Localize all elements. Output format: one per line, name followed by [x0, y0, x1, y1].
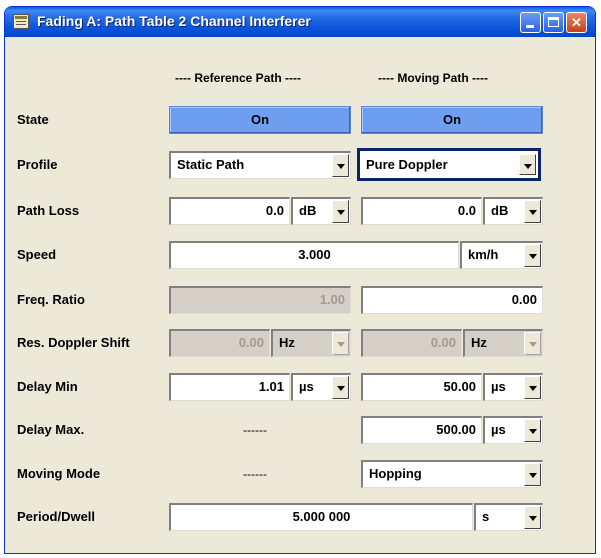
chevron-down-icon[interactable]	[332, 376, 349, 399]
moving-path-loss-input[interactable]: 0.0	[361, 197, 482, 225]
period-dwell-unit: s	[482, 509, 490, 524]
moving-delay-max-unit: µs	[491, 422, 506, 437]
close-button[interactable]: ✕	[566, 12, 587, 33]
reference-delay-max-placeholder: ------	[243, 423, 267, 437]
reference-path-loss-unit: dB	[299, 203, 317, 218]
delay-max-label: Delay Max.	[17, 422, 85, 437]
reference-path-header: ---- Reference Path ----	[175, 71, 302, 85]
moving-profile-value: Pure Doppler	[366, 157, 448, 172]
reference-path-loss-input[interactable]: 0.0	[169, 197, 290, 225]
period-dwell-unit-select[interactable]: s	[474, 503, 543, 531]
minimize-icon	[526, 25, 534, 28]
minimize-button[interactable]	[520, 12, 541, 33]
res-doppler-shift-label: Res. Doppler Shift	[17, 335, 130, 350]
moving-delay-min-unit: µs	[491, 379, 506, 394]
moving-mode-value: Hopping	[369, 466, 422, 481]
profile-label: Profile	[17, 157, 58, 172]
moving-mode-label: Moving Mode	[17, 466, 101, 481]
moving-mode-select[interactable]: Hopping	[361, 460, 543, 488]
reference-profile-value: Static Path	[177, 157, 245, 172]
moving-doppler-unit-select: Hz	[463, 329, 543, 357]
chevron-down-icon[interactable]	[524, 376, 541, 399]
reference-freq-ratio-input: 1.00	[169, 286, 351, 314]
moving-freq-ratio-input[interactable]: 0.00	[361, 286, 543, 314]
speed-unit: km/h	[468, 247, 499, 262]
chevron-down-icon	[332, 332, 349, 355]
moving-profile-select[interactable]: Pure Doppler	[357, 148, 541, 181]
speed-label: Speed	[17, 247, 57, 262]
reference-delay-min-input[interactable]: 1.01	[169, 373, 290, 401]
reference-profile-select[interactable]: Static Path	[169, 151, 351, 179]
fading-path-table-window: Fading A: Path Table 2 Channel Interfere…	[4, 6, 596, 554]
moving-doppler-shift-input: 0.00	[361, 329, 462, 357]
chevron-down-icon[interactable]	[332, 200, 349, 223]
moving-delay-min-input[interactable]: 50.00	[361, 373, 482, 401]
maximize-icon	[548, 17, 559, 27]
freq-ratio-label: Freq. Ratio	[17, 292, 85, 307]
moving-path-loss-unit-select[interactable]: dB	[483, 197, 543, 225]
path-loss-label: Path Loss	[17, 203, 80, 218]
delay-min-label: Delay Min	[17, 379, 78, 394]
chevron-down-icon[interactable]	[524, 200, 541, 223]
title-bar[interactable]: Fading A: Path Table 2 Channel Interfere…	[5, 7, 595, 37]
reference-delay-min-unit-select[interactable]: µs	[291, 373, 351, 401]
reference-delay-min-unit: µs	[299, 379, 314, 394]
reference-doppler-shift-input: 0.00	[169, 329, 270, 357]
moving-delay-max-unit-select[interactable]: µs	[483, 416, 543, 444]
chevron-down-icon[interactable]	[524, 463, 541, 486]
speed-unit-select[interactable]: km/h	[460, 241, 543, 269]
moving-state-button[interactable]: On	[361, 106, 543, 134]
chevron-down-icon	[524, 332, 541, 355]
chevron-down-icon[interactable]	[524, 506, 541, 529]
path-table-panel: ---- Reference Path ---- ---- Moving Pat…	[5, 37, 595, 553]
chevron-down-icon[interactable]	[519, 154, 536, 175]
chevron-down-icon[interactable]	[332, 154, 349, 177]
close-icon: ✕	[571, 15, 582, 30]
reference-state-button[interactable]: On	[169, 106, 351, 134]
speed-input[interactable]: 3.000	[169, 241, 459, 269]
period-dwell-label: Period/Dwell	[17, 509, 96, 524]
moving-doppler-unit: Hz	[471, 335, 487, 350]
reference-doppler-unit: Hz	[279, 335, 295, 350]
window-title: Fading A: Path Table 2 Channel Interfere…	[37, 13, 311, 29]
moving-path-loss-unit: dB	[491, 203, 509, 218]
moving-delay-max-input[interactable]: 500.00	[361, 416, 482, 444]
reference-path-loss-unit-select[interactable]: dB	[291, 197, 351, 225]
period-dwell-input[interactable]: 5.000 000	[169, 503, 473, 531]
reference-doppler-unit-select: Hz	[271, 329, 351, 357]
moving-delay-min-unit-select[interactable]: µs	[483, 373, 543, 401]
state-label: State	[17, 112, 49, 127]
reference-moving-mode-placeholder: ------	[243, 467, 267, 481]
maximize-button[interactable]	[543, 12, 564, 33]
chevron-down-icon[interactable]	[524, 419, 541, 442]
window-icon	[13, 14, 29, 29]
chevron-down-icon[interactable]	[524, 244, 541, 267]
moving-path-header: ---- Moving Path ----	[378, 71, 488, 85]
